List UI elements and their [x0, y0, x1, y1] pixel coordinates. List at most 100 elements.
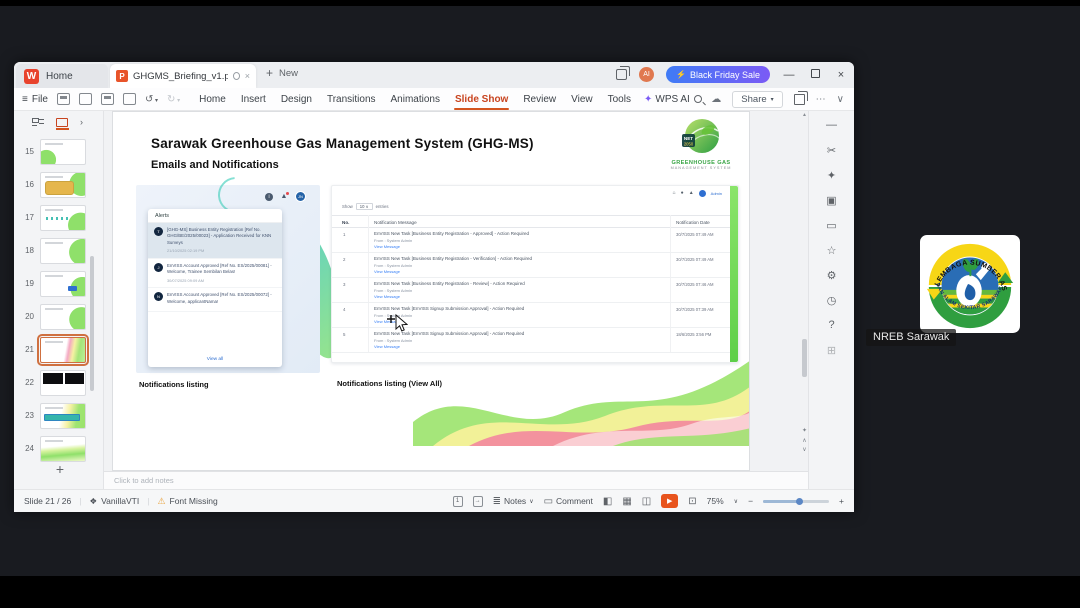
undo-button[interactable]: ↺ ▾ — [145, 94, 158, 105]
view-all-link: View all — [206, 357, 224, 362]
redo-button[interactable]: ↻ ▾ — [167, 94, 180, 105]
slide-number: 24 — [25, 444, 34, 453]
favorites-icon[interactable]: ☆ — [824, 242, 840, 258]
document-tab[interactable]: P GHGMS_Briefing_v1.pptx × — [110, 64, 256, 88]
wps-ai-button[interactable]: ✦ WPS AI — [644, 94, 690, 105]
theme-icon[interactable]: ✦ — [824, 167, 840, 183]
zoom-caret-icon[interactable]: ∨ — [734, 498, 738, 505]
undo-caret-icon: ▾ — [153, 97, 159, 104]
outline-view-icon[interactable] — [32, 117, 44, 127]
slide-thumbnail[interactable]: 23 — [14, 399, 104, 432]
slide-preview — [40, 138, 86, 165]
comment-panel-icon[interactable]: ▭ — [824, 217, 840, 233]
tab-close-icon[interactable]: × — [245, 71, 250, 81]
promo-button[interactable]: ⚡ Black Friday Sale — [666, 66, 770, 83]
apps-grid-icon[interactable]: ⊞ — [824, 342, 840, 358]
save-icon[interactable] — [56, 93, 70, 105]
ribbon-menu-item[interactable]: Slide Show — [453, 91, 510, 110]
zoom-out-button[interactable]: − — [748, 496, 753, 506]
ribbon-menu-item[interactable]: Review — [522, 91, 557, 108]
normal-view-icon[interactable]: ◧ — [603, 496, 612, 507]
minimize-button[interactable]: — — [782, 69, 796, 81]
alert-avatar: T — [154, 227, 163, 236]
slide-preview — [40, 270, 86, 297]
cloud-sync-icon[interactable]: ☁ — [711, 94, 721, 105]
slide-preview — [40, 435, 86, 462]
thumbnail-view-icon[interactable] — [56, 117, 69, 130]
thumbnail-scrollbar[interactable] — [90, 256, 94, 391]
file-menu[interactable]: ≡ File — [22, 94, 48, 105]
slide-thumbnail-panel: › 15 16 17 18 19 20 21 22 23 24 + — [14, 111, 104, 489]
print-preview-icon[interactable] — [122, 93, 136, 105]
new-tab-button[interactable]: + New — [266, 66, 298, 80]
sparkle-icon: ✦ — [643, 93, 653, 105]
export-icon[interactable] — [78, 93, 92, 105]
insert-slide-icon[interactable]: → — [472, 495, 483, 507]
slide-preview — [40, 369, 86, 396]
ribbon-menu-item[interactable]: Animations — [390, 91, 441, 108]
alerts-screenshot: i ▲ JN Alerts T [GHG-MS] Business Entity… — [136, 169, 320, 373]
slideshow-play-button[interactable]: ▶ — [661, 494, 679, 508]
share-button[interactable]: Share ▾ — [732, 90, 783, 108]
account-avatar[interactable]: AI — [639, 67, 654, 82]
collapse-rail-icon[interactable]: — — [824, 117, 840, 133]
canvas-scrollbar[interactable]: ▲ ✦ ∧ ∨ — [801, 111, 808, 471]
settings-icon[interactable]: ⚙ — [824, 267, 840, 283]
font-missing-warning[interactable]: ⚠ Font Missing — [157, 496, 217, 507]
info-icon: i — [265, 192, 273, 201]
zoom-in-button[interactable]: + — [839, 496, 844, 506]
fit-screen-icon[interactable]: ⊡ — [688, 496, 696, 507]
slide-info-icon[interactable]: 1 — [452, 495, 463, 507]
ribbon-menu-item[interactable]: Design — [280, 91, 313, 108]
more-options-icon[interactable]: ⋯ — [816, 94, 826, 105]
close-button[interactable]: × — [834, 69, 848, 81]
history-icon[interactable]: ◷ — [824, 292, 840, 308]
panes-icon[interactable] — [793, 90, 808, 105]
scroll-up-icon[interactable]: ▲ — [801, 112, 808, 118]
slide-preview — [40, 402, 86, 429]
slide-preview — [40, 303, 86, 330]
slide-21-canvas[interactable]: Sarawak Greenhouse Gas Management System… — [112, 111, 750, 471]
print-icon[interactable] — [100, 93, 114, 105]
slide-thumbnail[interactable]: 15 — [14, 135, 104, 168]
shapes-icon[interactable]: ▣ — [824, 192, 840, 208]
ribbon-menu-item[interactable]: Transitions — [326, 91, 377, 108]
help-icon[interactable]: ? — [824, 317, 840, 333]
add-slide-button[interactable]: + — [42, 461, 78, 481]
slide-indicator: Slide 21 / 26 — [24, 496, 72, 506]
col-message: Notification Message — [374, 220, 417, 225]
toolbox-icon[interactable]: ✂ — [824, 142, 840, 158]
ribbon-menu-item[interactable]: View — [570, 91, 594, 108]
notes-input[interactable]: Click to add notes — [104, 471, 808, 489]
zoom-slider-knob[interactable] — [796, 497, 804, 505]
caption-right: Notifications listing (View All) — [337, 379, 443, 388]
comment-button[interactable]: ▭ Comment — [544, 496, 593, 507]
meeting-stage: W Home P GHGMS_Briefing_v1.pptx × + New … — [0, 0, 1080, 608]
zoom-level[interactable]: 75% — [707, 496, 724, 506]
search-icon[interactable] — [693, 95, 702, 103]
ribbon-menu-item[interactable]: Insert — [240, 91, 267, 108]
participant-tile[interactable]: LEMBAGA SUMBER ASLI DAN ALAM SEKITAR SAR… — [866, 226, 1076, 346]
slide-thumbnail[interactable]: 17 — [14, 201, 104, 234]
wps-home-tab[interactable]: W Home — [16, 64, 108, 88]
notes-toggle[interactable]: ≣ Notes ∨ — [493, 496, 534, 507]
share-caret-icon: ▾ — [770, 96, 774, 103]
alerts-dropdown: Alerts T [GHG-MS] Business Entity Regist… — [148, 209, 282, 367]
slide-nav-buttons[interactable]: ✦ ∧ ∨ — [800, 427, 809, 456]
collapse-ribbon-icon[interactable]: ∨ — [837, 94, 844, 105]
reading-view-icon[interactable]: ◫ — [642, 496, 651, 507]
ribbon-menu-item[interactable]: Home — [198, 91, 227, 108]
zoom-slider[interactable] — [763, 497, 830, 505]
restore-button[interactable] — [808, 68, 822, 81]
slide-number: 19 — [25, 279, 34, 288]
wps-ai-label: WPS AI — [655, 93, 690, 105]
ribbon-menu-item[interactable]: Tools — [607, 91, 632, 108]
scrollbar-thumb[interactable] — [802, 339, 807, 377]
slide-thumbnail[interactable]: 16 — [14, 168, 104, 201]
table-row: 1 EnVISS New Task [Business Entity Regis… — [332, 228, 730, 253]
window-layout-icon[interactable] — [616, 66, 630, 80]
svg-text:2050: 2050 — [684, 142, 694, 147]
theme-button[interactable]: ❖ VanillaVTI — [89, 496, 139, 507]
slide-sorter-icon[interactable]: ▦ — [622, 496, 631, 507]
collapse-panel-icon[interactable]: › — [80, 117, 83, 127]
